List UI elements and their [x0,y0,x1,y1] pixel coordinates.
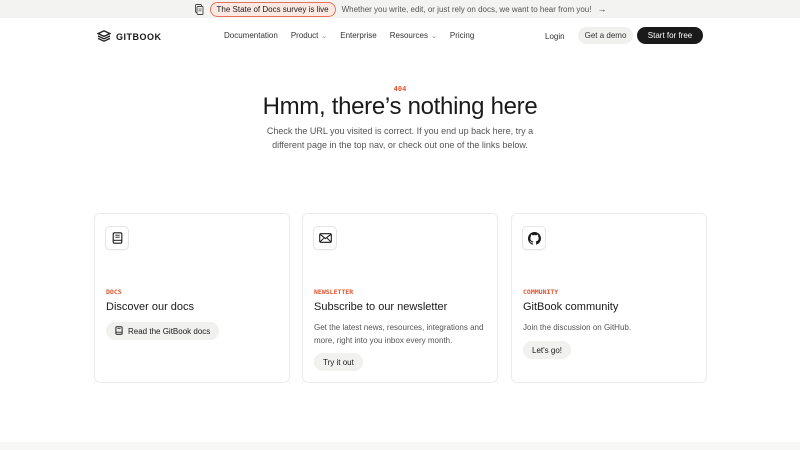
lets-go-button[interactable]: Let's go! [523,341,571,359]
gitbook-logo[interactable]: GITBOOK [96,30,162,44]
nav-label: Product [290,31,319,40]
document-icon [194,3,204,15]
card-title: Subscribe to our newsletter [314,301,448,313]
error-code: 404 [393,85,407,93]
nav-product[interactable]: Product ⌄ [291,31,327,40]
button-label: Read the GitBook docs [128,326,211,336]
card-description: Get the latest news, resources, integrat… [314,323,484,345]
nav-label: Resources [389,31,428,40]
announcement-bar[interactable]: The State of Docs survey is live Whether… [0,0,800,18]
card-title: GitBook community [523,301,619,313]
get-demo-button[interactable]: Get a demo [578,27,633,44]
site-header: GITBOOK Documentation Product ⌄ Enterpris… [0,26,800,48]
read-docs-button[interactable]: Read the GitBook docs [106,322,220,340]
book-icon [115,325,123,337]
chevron-down-icon: ⌄ [321,32,328,40]
card-tag: DOCS [106,288,122,296]
nav-documentation[interactable]: Documentation [224,31,278,40]
nav-pricing[interactable]: Pricing [450,31,474,40]
nav-resources[interactable]: Resources ⌄ [390,31,437,40]
login-link[interactable]: Login [545,32,565,41]
nav-label: Enterprise [340,31,377,40]
page-title: Hmm, there’s nothing here [262,93,538,120]
top-nav: Documentation Product ⌄ Enterprise Resour… [224,31,474,40]
card-tag: COMMUNITY [523,288,559,296]
footer-strip [0,442,800,450]
logo-text: GITBOOK [116,32,162,42]
card-community[interactable]: COMMUNITY GitBook community Join the dis… [511,213,707,383]
card-newsletter[interactable]: NEWSLETTER Subscribe to our newsletter G… [302,213,498,383]
book-icon [105,226,129,250]
nav-enterprise[interactable]: Enterprise [340,31,376,40]
chevron-down-icon: ⌄ [430,32,437,40]
mail-icon [313,226,337,250]
start-free-button[interactable]: Start for free [637,27,703,44]
card-description: Join the discussion on GitHub. [523,323,632,332]
arrow-right-icon[interactable]: → [597,4,606,14]
card-title: Discover our docs [106,301,195,313]
card-tag: NEWSLETTER [314,288,354,296]
survey-pill[interactable]: The State of Docs survey is live [209,1,336,17]
card-docs[interactable]: DOCS Discover our docs Read the GitBook … [94,213,290,383]
announcement-text: Whether you write, edit, or just rely on… [341,4,592,14]
nav-label: Pricing [449,31,475,40]
button-label: Let's go! [532,345,562,355]
nav-label: Documentation [224,31,278,40]
github-icon [522,226,546,250]
try-it-out-button[interactable]: Try it out [314,353,363,371]
gitbook-logo-icon [96,30,112,44]
page-subtitle: Check the URL you visited is correct. If… [266,126,534,150]
button-label: Try it out [323,357,354,367]
